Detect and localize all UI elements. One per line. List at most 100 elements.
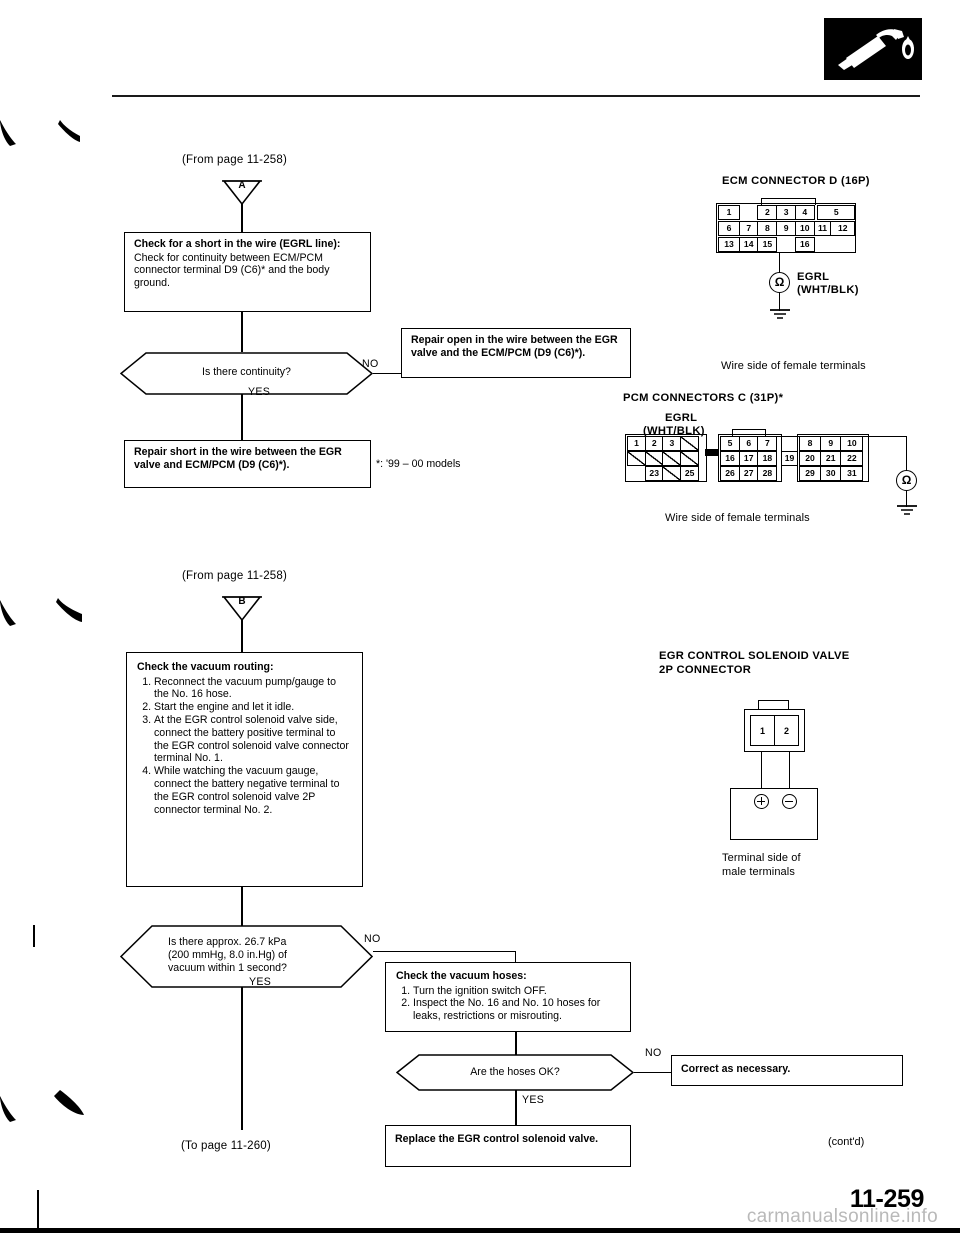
header-divider — [112, 95, 920, 97]
pin-6: 6 — [718, 221, 740, 236]
ground-icon — [897, 505, 917, 515]
connector-letter-a: A — [238, 180, 246, 191]
pin-blank — [680, 436, 700, 451]
egrl-signal-label-ecm: EGRL — [797, 271, 830, 283]
pin-17: 17 — [738, 451, 759, 466]
continuity-decision-text: Is there continuity? — [202, 366, 291, 378]
flow-line — [241, 394, 243, 441]
pin-gap — [776, 237, 796, 252]
pin-10: 10 — [840, 436, 864, 451]
no-label-hoses: NO — [645, 1047, 662, 1059]
pin-1: 1 — [718, 205, 740, 220]
vacuum-routing-step: Start the engine and let it idle. — [154, 701, 353, 714]
vacuum-routing-box: Check the vacuum routing: Reconnect the … — [126, 652, 363, 887]
pin-7: 7 — [757, 436, 778, 451]
replace-solenoid-box: Replace the EGR control solenoid valve. — [385, 1125, 631, 1167]
pin-9: 9 — [819, 436, 842, 451]
flow-line — [373, 951, 516, 953]
pin-blank — [662, 466, 682, 481]
check-short-body: Check for continuity between ECM/PCM con… — [134, 251, 330, 289]
vacuum-routing-step: Reconnect the vacuum pump/gauge to the N… — [154, 676, 353, 702]
vacuum-decision-line1: Is there approx. 26.7 kPa — [168, 936, 287, 948]
footer-divider — [0, 1228, 960, 1233]
check-hoses-box: Check the vacuum hoses: Turn the ignitio… — [385, 962, 631, 1032]
ground-icon — [770, 309, 790, 319]
pin-22: 22 — [840, 451, 864, 466]
ohmmeter-icon: Ω — [896, 470, 917, 491]
pin-31: 31 — [840, 466, 864, 481]
pin-1: 1 — [627, 436, 646, 451]
battery-positive-terminal-icon — [754, 794, 769, 809]
pin-blank — [662, 451, 682, 466]
footnote: *: '99 – 00 models — [376, 458, 461, 470]
pin-4: 4 — [794, 205, 815, 220]
ecm-connector-caption: Wire side of female terminals — [721, 360, 866, 372]
vacuum-routing-step: While watching the vacuum gauge, connect… — [154, 765, 353, 816]
yes-label-b: YES — [249, 976, 272, 988]
flow-line — [373, 373, 401, 375]
check-hoses-title: Check the vacuum hoses: — [396, 970, 527, 982]
flow-line — [241, 887, 243, 926]
pin-gap — [627, 466, 646, 481]
flow-line — [515, 1032, 517, 1056]
flow-line — [241, 620, 243, 653]
pin-11: 11 — [813, 221, 832, 236]
repair-short-box: Repair short in the wire between the EGR… — [124, 440, 371, 488]
pin-18: 18 — [757, 451, 778, 466]
from-page-label-b: (From page 11-258) — [182, 570, 288, 582]
pin-5: 5 — [720, 436, 740, 451]
battery-lead-positive — [761, 752, 763, 789]
pin-8: 8 — [799, 436, 821, 451]
pin-gap — [739, 205, 759, 220]
replace-solenoid-text: Replace the EGR control solenoid valve. — [395, 1133, 599, 1145]
pin-9: 9 — [776, 221, 797, 236]
fuel-nozzle-icon — [824, 18, 922, 80]
ecm-pin-grid: 1 2 3 4 5 6 7 8 9 10 11 12 13 14 15 16 — [716, 198, 856, 259]
yes-label-a: YES — [248, 386, 271, 398]
from-page-label-a: (From page 11-258) — [182, 154, 288, 166]
yes-label-hoses: YES — [522, 1094, 545, 1106]
connector-letter-b: B — [238, 596, 246, 607]
vacuum-decision-line3: vacuum within 1 second? — [168, 962, 287, 974]
pin-15: 15 — [757, 237, 778, 252]
ecm-connector-title: ECM CONNECTOR D (16P) — [722, 175, 870, 187]
correct-as-necessary-box: Correct as necessary. — [671, 1055, 903, 1086]
repair-short-text: Repair short in the wire between the EGR… — [134, 446, 342, 471]
battery-negative-terminal-icon — [782, 794, 797, 809]
pin-5: 5 — [817, 205, 856, 220]
vacuum-decision-line2: (200 mmHg, 8.0 in.Hg) of — [168, 949, 287, 961]
solenoid-caption-line2: male terminals — [722, 866, 795, 878]
solenoid-caption-line1: Terminal side of — [722, 852, 801, 864]
pin-8: 8 — [757, 221, 778, 236]
egrl-signal-label-pcm: EGRL — [665, 412, 698, 424]
pcm-connector-title: PCM CONNECTORS C (31P)* — [623, 392, 784, 404]
pin-7: 7 — [738, 221, 759, 236]
pin-30: 30 — [819, 466, 842, 481]
pin-28: 28 — [757, 466, 778, 481]
check-hoses-step: Inspect the No. 16 and No. 10 hoses for … — [413, 997, 621, 1022]
pcm-pin-group-2: 5 6 7 16 17 18 26 27 28 — [718, 429, 782, 486]
vacuum-decision: Is there approx. 26.7 kPa (200 mmHg, 8.0… — [120, 925, 373, 988]
connector-triangle-b: B — [222, 594, 262, 622]
pin-26: 26 — [720, 466, 740, 481]
continued-label: (cont'd) — [828, 1136, 865, 1148]
pin-16: 16 — [720, 451, 740, 466]
pin-13: 13 — [718, 237, 740, 252]
check-short-box: Check for a short in the wire (EGRL line… — [124, 232, 371, 312]
pcm-connector-caption: Wire side of female terminals — [665, 512, 810, 524]
ohmmeter-icon: Ω — [769, 272, 790, 293]
pin-14: 14 — [738, 237, 759, 252]
pin-16: 16 — [794, 237, 815, 252]
scan-artifact — [0, 1090, 84, 1122]
pin-29: 29 — [799, 466, 821, 481]
to-page-label: (To page 11-260) — [181, 1140, 271, 1152]
pin-3: 3 — [662, 436, 682, 451]
pcm-pin-group-1: 1 2 3 23 25 — [625, 434, 707, 486]
check-short-title: Check for a short in the wire (EGRL line… — [134, 238, 341, 250]
watermark: carmanualsonline.info — [746, 1206, 938, 1227]
connector-bridge — [705, 449, 719, 456]
solenoid-connector-title-line2: 2P CONNECTOR — [659, 664, 752, 676]
flow-line — [241, 204, 243, 234]
vacuum-routing-step: At the EGR control solenoid valve side, … — [154, 714, 353, 765]
scan-artifact — [0, 120, 80, 146]
